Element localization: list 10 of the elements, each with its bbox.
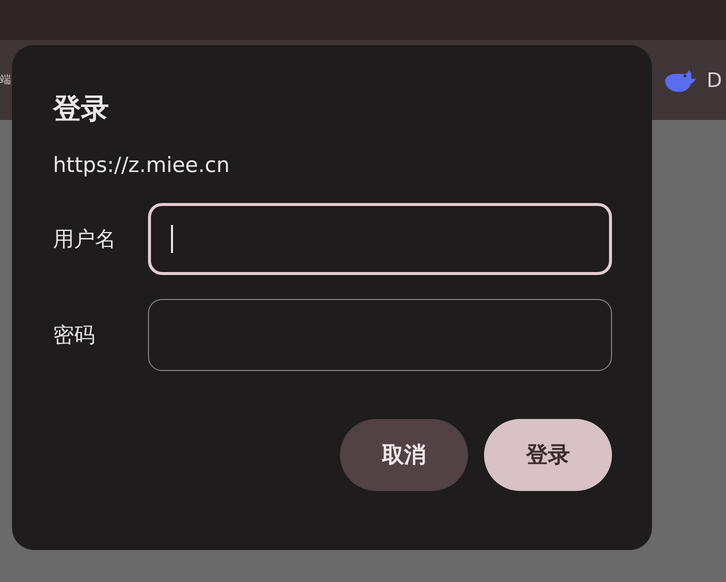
input-field[interactable] bbox=[148, 299, 612, 371]
dialog-title: 登录 bbox=[53, 91, 110, 127]
field-label: 密码 bbox=[53, 322, 96, 349]
field-label: 用户名 bbox=[53, 226, 117, 253]
toolbar-text: 端 bbox=[0, 73, 11, 87]
toolbar-text: D bbox=[706, 68, 722, 92]
site-url: https://z.miee.cn bbox=[53, 152, 231, 179]
input-field[interactable] bbox=[148, 203, 612, 275]
cancel-button[interactable]: 取消 bbox=[340, 419, 468, 491]
login-button[interactable]: 登录 bbox=[484, 419, 612, 491]
